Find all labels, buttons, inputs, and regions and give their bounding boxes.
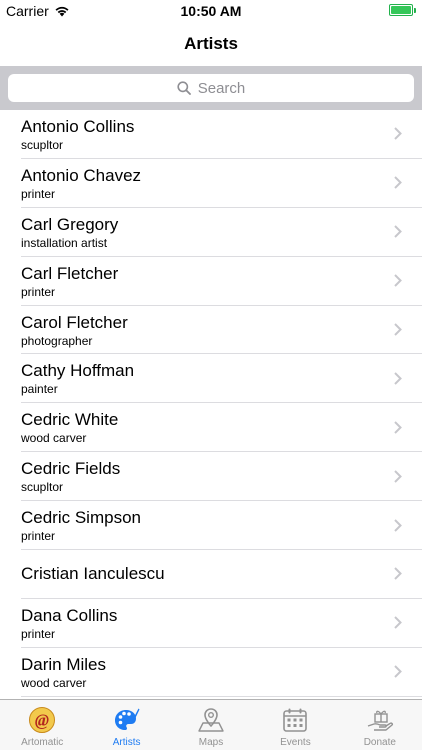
artist-role: printer bbox=[21, 284, 56, 299]
list-item[interactable]: Cristian Ianculescu bbox=[0, 550, 422, 599]
artist-name: Carol Fletcher bbox=[21, 312, 128, 332]
artist-name: Cedric Fields bbox=[21, 459, 121, 479]
status-bar: Carrier 10:50 AM bbox=[0, 0, 422, 22]
battery-icon bbox=[389, 4, 416, 16]
navigation-bar: Artists bbox=[0, 22, 422, 66]
artist-role: wood carver bbox=[21, 675, 87, 690]
artist-role: photographer bbox=[21, 333, 93, 348]
artist-role: scupltor bbox=[21, 480, 64, 495]
artist-name: Dana Collins bbox=[21, 605, 118, 625]
chevron-right-icon bbox=[394, 274, 402, 287]
artist-role: wood carver bbox=[21, 431, 87, 446]
tab-events[interactable]: Events bbox=[253, 700, 337, 750]
artist-name: Antonio Collins bbox=[21, 116, 135, 136]
chevron-right-icon bbox=[394, 421, 402, 434]
list-item[interactable]: Darin Miles wood carver bbox=[0, 648, 422, 697]
list-item[interactable]: Antonio Chavez printer bbox=[0, 159, 422, 208]
tab-artomatic[interactable]: @ Artomatic bbox=[0, 700, 84, 750]
palette-icon bbox=[114, 708, 140, 730]
tab-artists[interactable]: Artists bbox=[84, 700, 168, 750]
list-item[interactable]: Carol Fletcher photographer bbox=[0, 306, 422, 355]
artist-role: printer bbox=[21, 186, 56, 201]
list-item[interactable]: Carl Fletcher printer bbox=[0, 257, 422, 306]
chevron-right-icon bbox=[394, 665, 402, 678]
map-pin-icon bbox=[198, 708, 224, 732]
artist-name: Darin Miles bbox=[21, 654, 107, 674]
artists-screen: Carrier 10:50 AM Artists Search Antonio … bbox=[0, 0, 422, 750]
list-item[interactable]: Cedric Simpson printer bbox=[0, 501, 422, 550]
list-item[interactable]: Cathy Hoffman painter bbox=[0, 354, 422, 404]
list-item[interactable]: Dana Collins printer bbox=[0, 599, 422, 648]
tab-donate[interactable]: Donate bbox=[338, 700, 422, 750]
tab-label: Donate bbox=[363, 737, 396, 748]
search-input[interactable]: Search bbox=[8, 74, 414, 102]
chevron-right-icon bbox=[394, 225, 402, 238]
svg-text:@: @ bbox=[35, 711, 49, 730]
tab-bar: @ Artomatic Artists Maps Events Donate bbox=[0, 699, 422, 750]
tab-label: Events bbox=[280, 737, 311, 748]
artist-name: Antonio Chavez bbox=[21, 165, 142, 185]
page-title: Artists bbox=[184, 34, 238, 53]
artist-role: scupltor bbox=[21, 137, 64, 152]
list-item[interactable]: Antonio Collins scupltor bbox=[0, 110, 422, 159]
chevron-right-icon bbox=[394, 469, 402, 483]
chevron-right-icon bbox=[394, 323, 402, 336]
chevron-right-icon bbox=[394, 518, 402, 532]
artomatic-logo-icon: @ bbox=[29, 707, 56, 733]
artist-role: installation artist bbox=[21, 235, 108, 250]
search-bar: Search bbox=[0, 66, 422, 110]
tab-label: Maps bbox=[198, 737, 224, 748]
artist-name: Carl Fletcher bbox=[21, 263, 119, 283]
tab-maps[interactable]: Maps bbox=[169, 700, 253, 750]
artist-name: Carl Gregory bbox=[21, 214, 119, 234]
artist-role: printer bbox=[21, 529, 56, 544]
gift-hand-icon bbox=[367, 710, 393, 731]
calendar-icon bbox=[283, 708, 308, 732]
list-item[interactable]: Carl Gregory installation artist bbox=[0, 208, 422, 257]
tab-label: Artomatic bbox=[21, 737, 64, 748]
artist-list[interactable]: Antonio Collins scupltor Antonio Chavez … bbox=[0, 110, 422, 699]
list-item[interactable]: Cedric White wood carver bbox=[0, 403, 422, 453]
tab-label: Artists bbox=[112, 737, 141, 748]
chevron-right-icon bbox=[394, 372, 402, 385]
chevron-right-icon bbox=[394, 616, 402, 630]
artist-name: Cedric Simpson bbox=[21, 508, 141, 528]
artist-role: painter bbox=[21, 382, 58, 397]
artist-name: Cristian Ianculescu bbox=[21, 564, 165, 584]
status-right bbox=[389, 4, 416, 16]
artist-role: printer bbox=[21, 626, 56, 641]
chevron-right-icon bbox=[394, 127, 402, 141]
search-placeholder: Search bbox=[197, 79, 246, 97]
status-time: 10:50 AM bbox=[180, 3, 242, 19]
chevron-right-icon bbox=[394, 567, 402, 581]
chevron-right-icon bbox=[394, 176, 402, 190]
search-icon bbox=[177, 81, 191, 95]
list-item[interactable]: Cedric Fields scupltor bbox=[0, 452, 422, 502]
artist-name: Cathy Hoffman bbox=[21, 361, 135, 381]
artist-name: Cedric White bbox=[21, 410, 119, 430]
